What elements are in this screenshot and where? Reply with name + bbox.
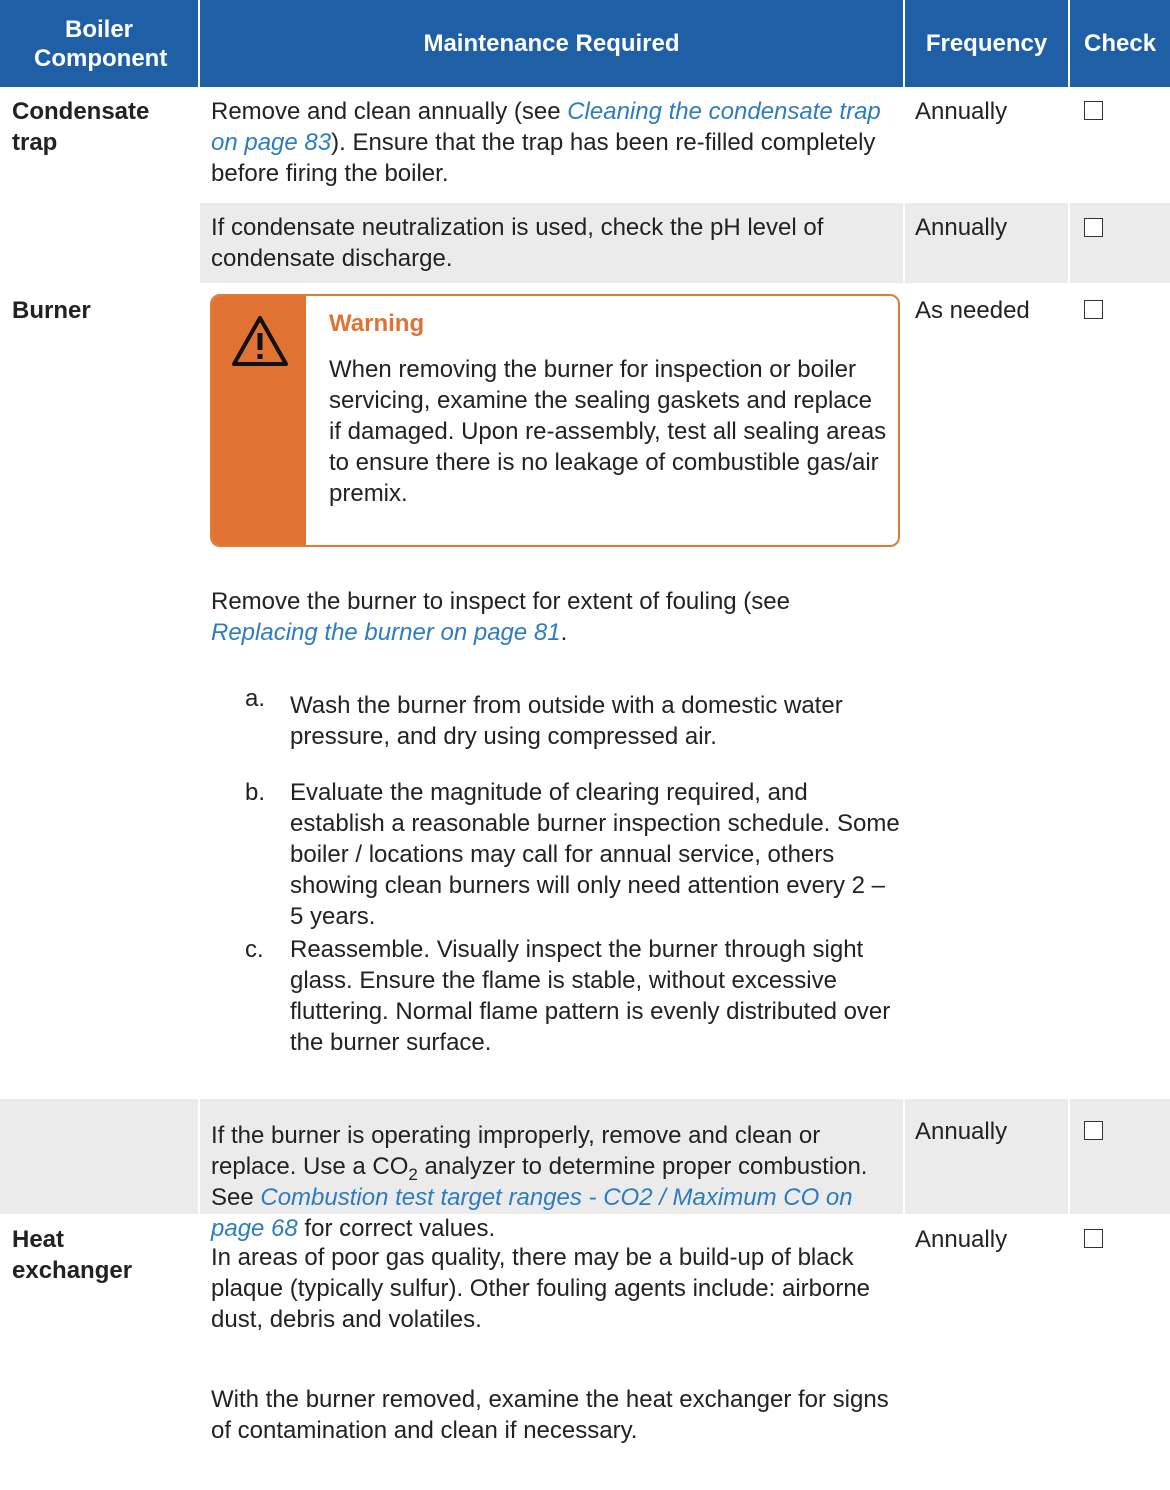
header-component-label: Boiler Component	[34, 15, 168, 72]
burner-improper-text: If the burner is operating improperly, r…	[211, 1120, 899, 1244]
column-divider	[198, 1099, 200, 1214]
condensate-text-before: Remove and clean annually (see	[211, 98, 568, 125]
heat-exchanger-para-1: In areas of poor gas quality, there may …	[211, 1244, 871, 1333]
link-replacing-burner[interactable]: Replacing the burner on page 81	[211, 619, 561, 646]
component-burner: Burner	[12, 297, 91, 324]
column-divider	[903, 203, 905, 283]
row-divider	[0, 283, 1170, 285]
list-item-c: Reassemble. Visually inspect the burner …	[290, 936, 891, 1056]
list-marker-b: b.	[245, 779, 266, 806]
list-item-a: Wash the burner from outside with a dome…	[290, 692, 843, 750]
header-frequency-label: Frequency	[925, 30, 1048, 57]
warning-sidebar	[212, 296, 306, 545]
frequency-burner: As needed	[915, 297, 1030, 324]
condensate-maintenance-text: Remove and clean annually (see Cleaning …	[211, 96, 899, 189]
burner-improper-text-3: for correct values.	[297, 1215, 496, 1242]
list-marker-c: c.	[245, 936, 264, 963]
checkbox-heat-exchanger[interactable]	[1084, 1229, 1103, 1248]
column-divider	[1068, 203, 1070, 283]
checkbox-neutralization[interactable]	[1084, 218, 1103, 237]
header-check: Check	[1070, 0, 1170, 87]
list-item-b: Evaluate the magnitude of clearing requi…	[290, 779, 900, 930]
header-maintenance-label: Maintenance Required	[423, 30, 680, 57]
warning-triangle-icon	[232, 316, 288, 366]
header-boiler-component: Boiler Component	[0, 0, 198, 87]
burner-intro-text: Remove the burner to inspect for extent …	[211, 586, 899, 648]
burner-intro-after: .	[560, 619, 568, 646]
frequency-burner-improper: Annually	[915, 1118, 1008, 1145]
component-heat-exchanger: Heat exchanger	[12, 1226, 133, 1284]
checkbox-burner[interactable]	[1084, 300, 1103, 319]
burner-intro-before: Remove the burner to inspect for extent …	[211, 588, 790, 615]
header-maintenance-required: Maintenance Required	[200, 0, 903, 87]
frequency-heat-exchanger: Annually	[915, 1226, 1008, 1253]
list-marker-a: a.	[245, 685, 266, 712]
frequency-neutralization: Annually	[915, 214, 1008, 241]
warning-callout: Warning When removing the burner for ins…	[210, 294, 900, 547]
warning-text: When removing the burner for inspection …	[329, 356, 887, 507]
warning-title: Warning	[329, 310, 425, 337]
co2-subscript: 2	[408, 1165, 418, 1184]
component-condensate-trap: Condensate trap	[12, 98, 150, 156]
header-frequency: Frequency	[905, 0, 1068, 87]
checkbox-condensate-trap[interactable]	[1084, 101, 1103, 120]
column-divider	[903, 1099, 905, 1214]
maintenance-table: Boiler Component Maintenance Required Fr…	[0, 0, 1170, 1490]
neutralization-maintenance-text: If condensate neutralization is used, ch…	[211, 214, 824, 272]
header-check-label: Check	[1084, 30, 1157, 57]
heat-exchanger-para-2: With the burner removed, examine the hea…	[211, 1386, 889, 1444]
checkbox-burner-improper[interactable]	[1084, 1121, 1103, 1140]
frequency-condensate: Annually	[915, 98, 1008, 125]
column-divider	[1068, 1099, 1070, 1214]
